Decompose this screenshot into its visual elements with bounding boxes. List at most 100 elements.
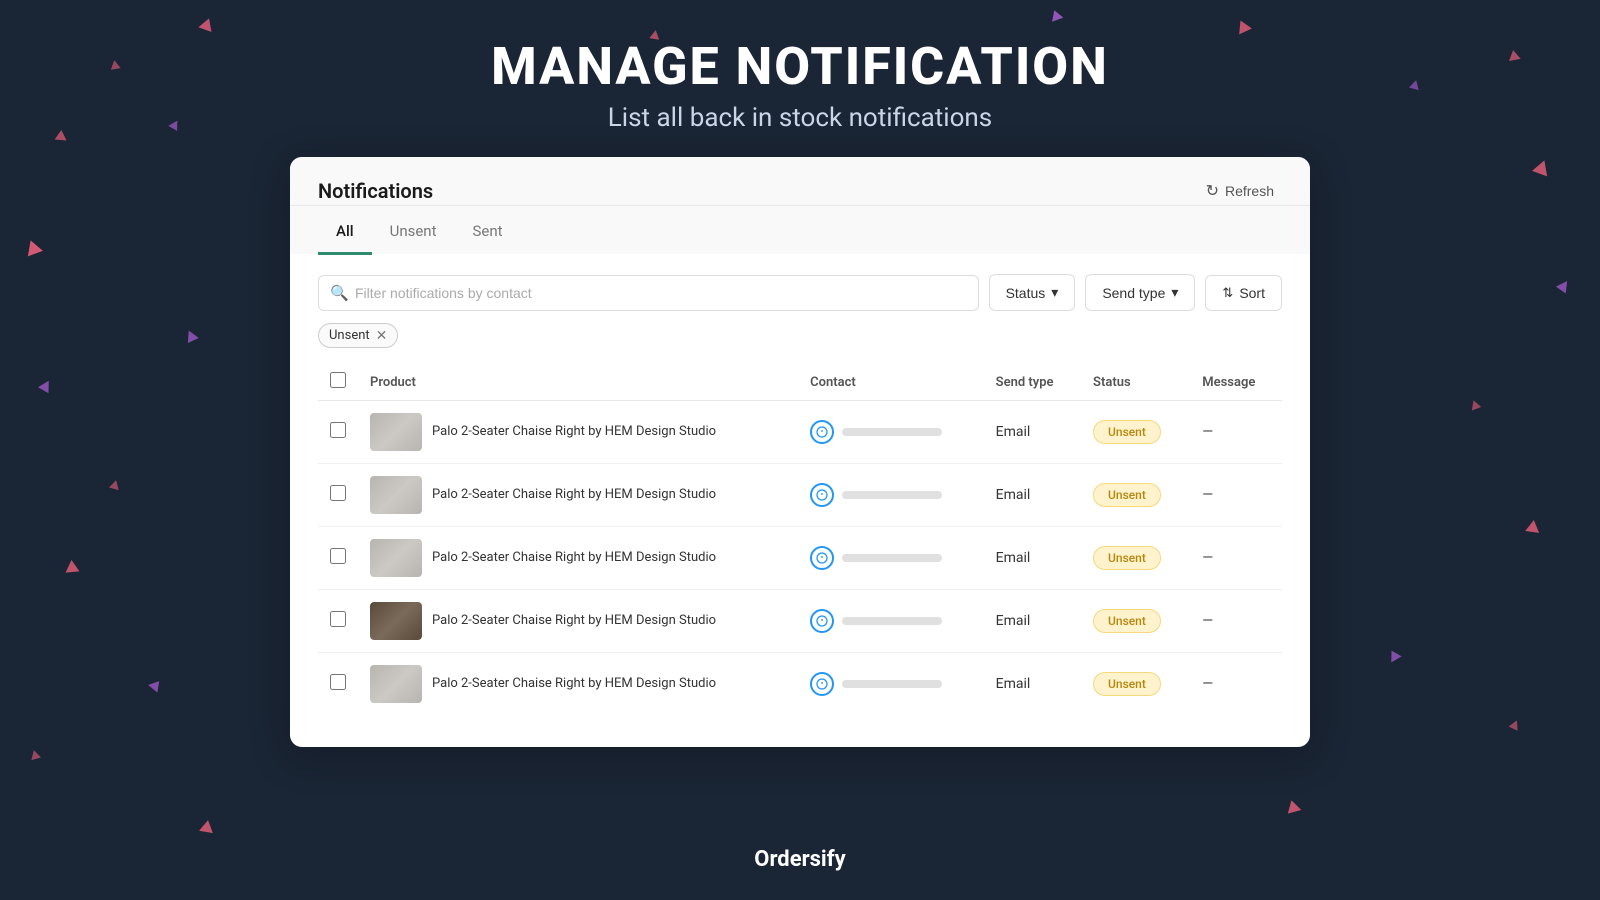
product-name: Palo 2-Seater Chaise Right by HEM Design… — [432, 612, 716, 630]
refresh-label: Refresh — [1225, 183, 1274, 199]
product-cell: Palo 2-Seater Chaise Right by HEM Design… — [358, 401, 798, 464]
message-cell: — — [1190, 653, 1282, 716]
row-checkbox-cell — [318, 653, 358, 716]
product-cell: Palo 2-Seater Chaise Right by HEM Design… — [358, 527, 798, 590]
unsent-filter-tag: Unsent ✕ — [318, 323, 398, 348]
status-filter-label: Status — [1006, 285, 1046, 301]
status-badge: Unsent — [1093, 546, 1161, 570]
tab-all[interactable]: All — [318, 206, 372, 255]
product-thumbnail — [370, 539, 422, 577]
th-contact: Contact — [798, 364, 984, 401]
send-type-cell: Email — [984, 464, 1081, 527]
contact-avatar — [810, 546, 834, 570]
refresh-button[interactable]: ↻ Refresh — [1198, 177, 1282, 205]
product-cell: Palo 2-Seater Chaise Right by HEM Design… — [358, 464, 798, 527]
product-thumbnail — [370, 602, 422, 640]
th-send-type: Send type — [984, 364, 1081, 401]
table-row: Palo 2-Seater Chaise Right by HEM Design… — [318, 590, 1282, 653]
row-checkbox-cell — [318, 464, 358, 527]
panel-header: Notifications ↻ Refresh — [290, 157, 1310, 206]
contact-info-bar — [842, 680, 942, 688]
page-subtitle: List all back in stock notifications — [0, 103, 1600, 133]
row-checkbox[interactable] — [330, 422, 346, 438]
contact-cell — [798, 527, 984, 590]
table-row: Palo 2-Seater Chaise Right by HEM Design… — [318, 401, 1282, 464]
contact-info-bar — [842, 554, 942, 562]
search-wrapper: 🔍 — [318, 275, 979, 311]
tabs-bar: All Unsent Sent — [290, 206, 1310, 254]
contact-cell — [798, 590, 984, 653]
tab-sent[interactable]: Sent — [455, 206, 521, 255]
row-checkbox[interactable] — [330, 548, 346, 564]
table-body: Palo 2-Seater Chaise Right by HEM Design… — [318, 401, 1282, 716]
page-title: MANAGE NOTIFICATION — [0, 36, 1600, 97]
sort-icon: ⇅ — [1222, 285, 1233, 301]
row-checkbox[interactable] — [330, 611, 346, 627]
unsent-tag-close[interactable]: ✕ — [376, 329, 388, 343]
table-row: Palo 2-Seater Chaise Right by HEM Design… — [318, 527, 1282, 590]
product-name: Palo 2-Seater Chaise Right by HEM Design… — [432, 675, 716, 693]
status-filter-button[interactable]: Status ▾ — [989, 274, 1076, 311]
search-input[interactable] — [318, 275, 979, 311]
product-cell: Palo 2-Seater Chaise Right by HEM Design… — [358, 590, 798, 653]
sort-button[interactable]: ⇅ Sort — [1205, 275, 1282, 311]
status-badge: Unsent — [1093, 672, 1161, 696]
message-cell: — — [1190, 401, 1282, 464]
contact-info-bar — [842, 428, 942, 436]
content-area: 🔍 Status ▾ Send type ▾ ⇅ Sort — [290, 254, 1310, 735]
status-cell: Unsent — [1081, 401, 1190, 464]
contact-cell — [798, 464, 984, 527]
row-checkbox-cell — [318, 527, 358, 590]
send-type-filter-chevron: ▾ — [1171, 284, 1178, 301]
message-cell: — — [1190, 590, 1282, 653]
message-cell: — — [1190, 464, 1282, 527]
status-cell: Unsent — [1081, 527, 1190, 590]
th-product: Product — [358, 364, 798, 401]
contact-avatar — [810, 609, 834, 633]
product-name: Palo 2-Seater Chaise Right by HEM Design… — [432, 549, 716, 567]
status-badge: Unsent — [1093, 609, 1161, 633]
contact-avatar — [810, 672, 834, 696]
contact-avatar — [810, 420, 834, 444]
contact-info-bar — [842, 617, 942, 625]
row-checkbox[interactable] — [330, 674, 346, 690]
product-name: Palo 2-Seater Chaise Right by HEM Design… — [432, 486, 716, 504]
row-checkbox[interactable] — [330, 485, 346, 501]
send-type-filter-label: Send type — [1102, 285, 1165, 301]
table-header: Product Contact Send type Status Message — [318, 364, 1282, 401]
th-checkbox — [318, 364, 358, 401]
send-type-cell: Email — [984, 527, 1081, 590]
notifications-panel: Notifications ↻ Refresh All Unsent Sent … — [290, 157, 1310, 747]
row-checkbox-cell — [318, 401, 358, 464]
tab-unsent[interactable]: Unsent — [372, 206, 455, 255]
status-badge: Unsent — [1093, 420, 1161, 444]
select-all-checkbox[interactable] — [330, 372, 346, 388]
panel-wrapper: Notifications ↻ Refresh All Unsent Sent … — [0, 157, 1600, 747]
table-row: Palo 2-Seater Chaise Right by HEM Design… — [318, 464, 1282, 527]
table-row: Palo 2-Seater Chaise Right by HEM Design… — [318, 653, 1282, 716]
th-message: Message — [1190, 364, 1282, 401]
product-cell: Palo 2-Seater Chaise Right by HEM Design… — [358, 653, 798, 716]
contact-cell — [798, 653, 984, 716]
search-icon: 🔍 — [330, 284, 349, 302]
unsent-tag-label: Unsent — [329, 328, 370, 343]
product-name: Palo 2-Seater Chaise Right by HEM Design… — [432, 423, 716, 441]
footer-brand: Ordersify — [0, 847, 1600, 872]
send-type-cell: Email — [984, 653, 1081, 716]
send-type-filter-button[interactable]: Send type ▾ — [1085, 274, 1195, 311]
notifications-table: Product Contact Send type Status Message — [318, 364, 1282, 715]
product-thumbnail — [370, 413, 422, 451]
contact-cell — [798, 401, 984, 464]
refresh-icon: ↻ — [1206, 181, 1219, 201]
send-type-cell: Email — [984, 401, 1081, 464]
contact-info-bar — [842, 491, 942, 499]
message-cell: — — [1190, 527, 1282, 590]
row-checkbox-cell — [318, 590, 358, 653]
sort-label: Sort — [1239, 285, 1265, 301]
status-cell: Unsent — [1081, 653, 1190, 716]
status-cell: Unsent — [1081, 590, 1190, 653]
contact-avatar — [810, 483, 834, 507]
th-status: Status — [1081, 364, 1190, 401]
active-filters: Unsent ✕ — [318, 323, 1282, 348]
panel-title: Notifications — [318, 179, 433, 203]
